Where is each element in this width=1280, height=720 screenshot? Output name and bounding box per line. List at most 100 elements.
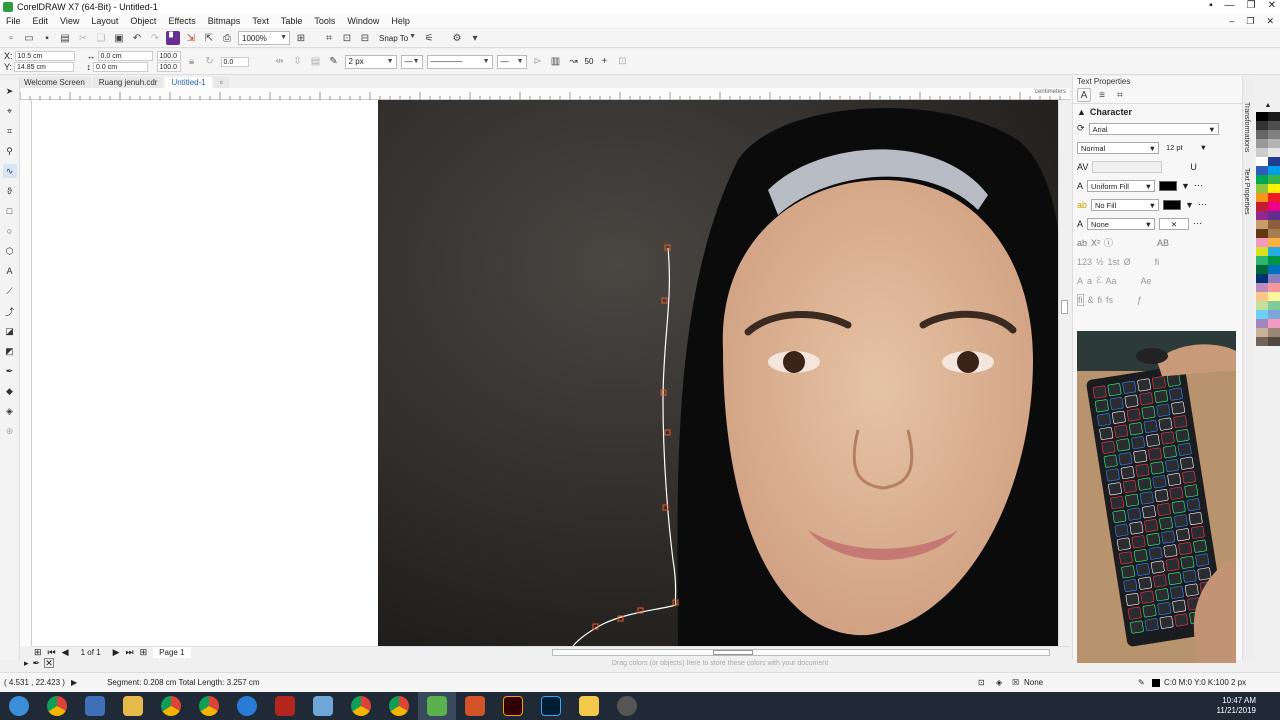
eyedropper-icon[interactable]: ✒ bbox=[33, 658, 41, 669]
outline-pen-status-icon[interactable]: ✎ bbox=[1138, 678, 1145, 687]
palette-swatch[interactable] bbox=[1256, 121, 1268, 130]
taskbar-photoshop-icon[interactable] bbox=[532, 692, 570, 720]
object-info-icon[interactable]: ⊡ bbox=[978, 678, 985, 687]
doc-minimize-button[interactable]: – bbox=[1229, 16, 1234, 27]
palette-swatch[interactable] bbox=[1256, 130, 1268, 139]
palette-scroll-up-icon[interactable]: ▲ bbox=[1256, 102, 1280, 110]
palette-swatch[interactable] bbox=[1256, 301, 1268, 310]
palette-swatch[interactable] bbox=[1256, 274, 1268, 283]
ellipse-tool-icon[interactable]: ○ bbox=[3, 224, 17, 238]
palette-swatch[interactable] bbox=[1256, 157, 1268, 166]
reduce-nodes-icon[interactable]: ▥ bbox=[549, 55, 563, 69]
palette-swatch[interactable] bbox=[1268, 211, 1280, 220]
menu-table[interactable]: Table bbox=[281, 16, 303, 26]
freehand-tool-icon[interactable]: ∿ bbox=[2, 164, 17, 178]
taskbar-illustrator-icon[interactable] bbox=[494, 692, 532, 720]
taskbar-media-player-icon[interactable] bbox=[76, 692, 114, 720]
palette-swatch[interactable] bbox=[1268, 202, 1280, 211]
taskbar-app-icon[interactable] bbox=[266, 692, 304, 720]
start-button[interactable] bbox=[0, 692, 38, 720]
palette-swatch[interactable] bbox=[1256, 166, 1268, 175]
palette-swatch[interactable] bbox=[1256, 283, 1268, 292]
first-page-icon[interactable]: ⏮ bbox=[48, 647, 56, 658]
text-properties-tab[interactable]: Text Properties bbox=[1243, 168, 1250, 215]
full-screen-icon[interactable]: ⊞ bbox=[294, 31, 308, 45]
add-page-icon[interactable]: ⊞ bbox=[34, 647, 42, 658]
end-arrowhead-combo[interactable]: — ▼ bbox=[496, 54, 527, 69]
palette-swatch[interactable] bbox=[1268, 238, 1280, 247]
menu-object[interactable]: Object bbox=[130, 16, 156, 26]
kerning-field[interactable] bbox=[1092, 160, 1163, 173]
smoothing-plus-icon[interactable]: + bbox=[597, 55, 611, 69]
rectangle-tool-icon[interactable]: □ bbox=[3, 204, 17, 218]
taskbar-chrome-icon[interactable] bbox=[38, 692, 76, 720]
palette-swatch[interactable] bbox=[1256, 229, 1268, 238]
mirror-horizontal-icon[interactable]: ⇹ bbox=[273, 55, 287, 69]
document-palette-hint[interactable]: Drag colors (or objects) here to store t… bbox=[380, 658, 1060, 670]
bounding-box-icon[interactable]: ⊡ bbox=[615, 55, 629, 69]
color-palette[interactable] bbox=[1256, 112, 1280, 662]
chevron-down-icon[interactable]: ▼ bbox=[1181, 181, 1190, 191]
doc-restore-button[interactable]: ❐ bbox=[1246, 16, 1254, 27]
palette-swatch[interactable] bbox=[1268, 121, 1280, 130]
fill-bucket-icon[interactable]: ◈ bbox=[996, 678, 1002, 687]
more-options-icon[interactable]: ⋯ bbox=[1194, 180, 1203, 191]
palette-swatch[interactable] bbox=[1256, 175, 1268, 184]
menu-window[interactable]: Window bbox=[347, 16, 379, 26]
paragraph-tab-icon[interactable]: ≡ bbox=[1095, 88, 1109, 102]
taskbar-coreldraw-icon[interactable] bbox=[418, 692, 456, 720]
pick-tool-icon[interactable]: ➤ bbox=[3, 84, 17, 98]
cut-icon[interactable]: ✂ bbox=[76, 31, 90, 45]
more-options-icon[interactable]: ⋯ bbox=[1193, 218, 1202, 229]
add-page-end-icon[interactable]: ⊞ bbox=[140, 647, 148, 658]
print-icon[interactable]: ▤ bbox=[58, 31, 72, 45]
tab-welcome-screen[interactable]: Welcome Screen bbox=[18, 77, 91, 88]
shape-tool-icon[interactable]: ⌖ bbox=[3, 104, 17, 118]
zoom-tool-icon[interactable]: ⚲ bbox=[3, 144, 17, 158]
drawing-canvas[interactable] bbox=[32, 100, 1058, 646]
smoothing-value[interactable]: 50 bbox=[585, 57, 594, 66]
close-curve-icon[interactable]: ⊳ bbox=[531, 55, 545, 69]
palette-swatch[interactable] bbox=[1256, 112, 1268, 121]
position-icon[interactable]: X² bbox=[1091, 238, 1100, 248]
vertical-scroll-thumb[interactable] bbox=[1061, 300, 1068, 314]
titling-icon[interactable]: Aa bbox=[1105, 276, 1116, 286]
lock-ratio-icon[interactable]: 🔒︎ bbox=[185, 55, 199, 69]
palette-swatch[interactable] bbox=[1256, 202, 1268, 211]
contextual-icon[interactable]: a bbox=[1087, 276, 1092, 286]
historical-icon[interactable]: fi bbox=[1077, 293, 1084, 306]
background-fill-list[interactable]: No Fill ▼ bbox=[1091, 198, 1160, 211]
palette-swatch[interactable] bbox=[1256, 265, 1268, 274]
palette-swatch[interactable] bbox=[1256, 148, 1268, 157]
restore-icon[interactable]: ▪ bbox=[1209, 0, 1213, 11]
interactive-fill-tool-icon[interactable]: ◆ bbox=[3, 384, 17, 398]
numerals-icon[interactable]: 123 bbox=[1077, 257, 1092, 267]
y-position-field[interactable]: 14.85 cm bbox=[14, 62, 75, 72]
character-tab-icon[interactable]: A bbox=[1077, 88, 1091, 102]
discretionary-icon[interactable]: Ae bbox=[1141, 276, 1152, 286]
next-page-icon[interactable]: ▶ bbox=[113, 647, 120, 658]
taskbar-app-icon[interactable] bbox=[608, 692, 646, 720]
palette-swatch[interactable] bbox=[1256, 319, 1268, 328]
no-color-icon[interactable]: ✕ bbox=[44, 658, 55, 668]
show-grid-icon[interactable]: ⊡ bbox=[340, 31, 354, 45]
palette-swatch[interactable] bbox=[1256, 292, 1268, 301]
palette-swatch[interactable] bbox=[1268, 265, 1280, 274]
line-style-combo[interactable]: ———— ▼ bbox=[426, 54, 493, 69]
doc-close-button[interactable]: ✕ bbox=[1266, 16, 1274, 27]
palette-swatch[interactable] bbox=[1256, 256, 1268, 265]
outline-width-list[interactable]: None ▼ bbox=[1087, 217, 1156, 230]
frame-tab-icon[interactable]: ⌗ bbox=[1113, 88, 1127, 102]
height-field[interactable]: 0.0 cm bbox=[93, 62, 149, 72]
parallel-dimension-tool-icon[interactable]: ⟋ bbox=[3, 284, 17, 298]
taskbar-powerpoint-icon[interactable] bbox=[456, 692, 494, 720]
menu-bitmaps[interactable]: Bitmaps bbox=[208, 16, 241, 26]
page-tab[interactable]: Page 1 bbox=[153, 647, 191, 658]
font-size-field[interactable]: 12 pt ▼ bbox=[1163, 142, 1207, 154]
palette-swatch[interactable] bbox=[1268, 112, 1280, 121]
undo-icon[interactable]: ↶ bbox=[130, 31, 144, 45]
ornaments-icon[interactable]: ℰ bbox=[1096, 275, 1101, 286]
palette-swatch[interactable] bbox=[1268, 175, 1280, 184]
mirror-vertical-icon[interactable]: ⇳ bbox=[291, 55, 305, 69]
font-list[interactable]: Arial ▼ bbox=[1088, 122, 1219, 135]
